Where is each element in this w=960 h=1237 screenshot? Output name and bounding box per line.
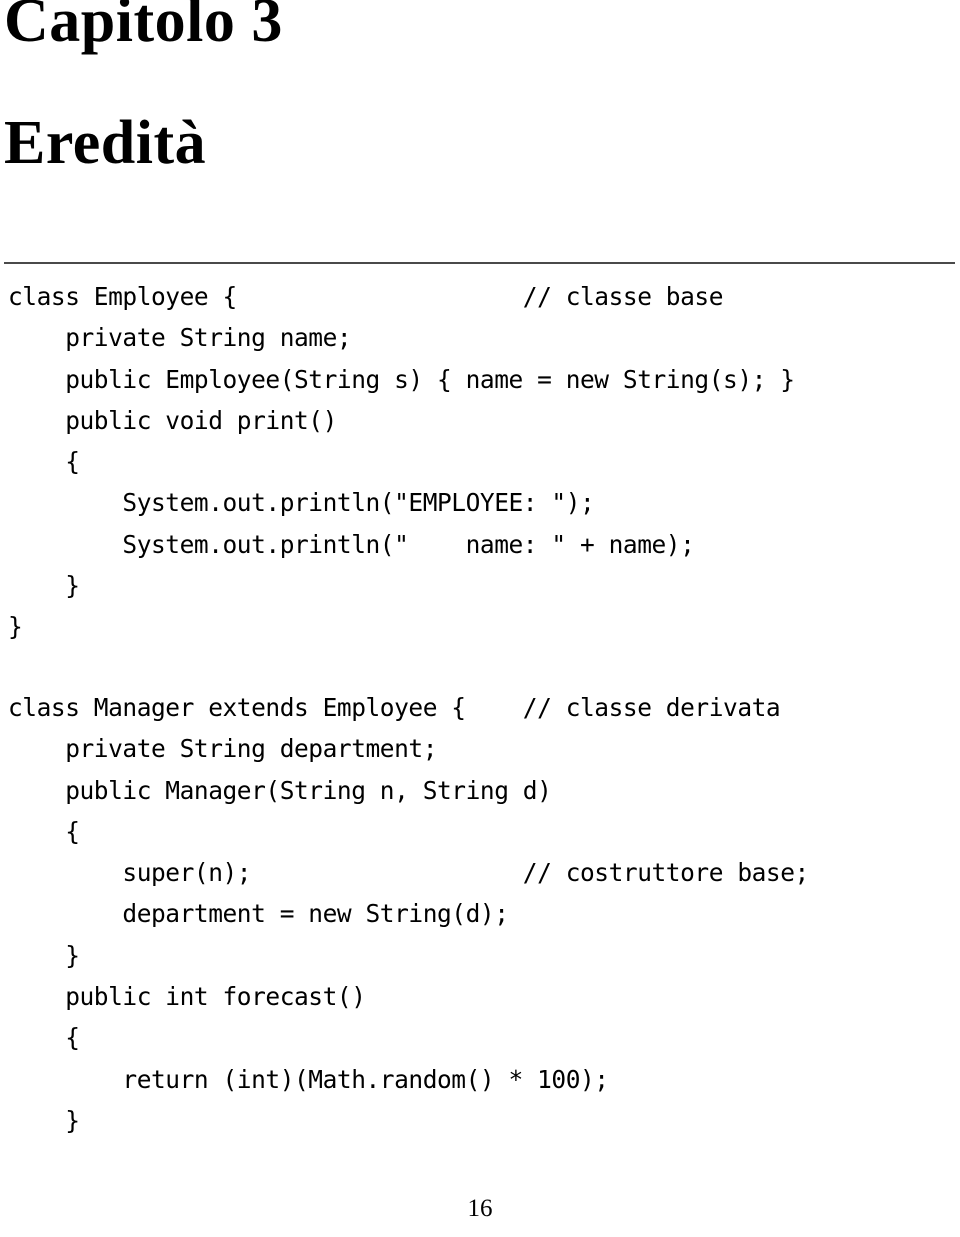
code-line: public int forecast() <box>8 982 366 1012</box>
code-line: public Employee(String s) { name = new S… <box>8 364 795 394</box>
code-line: public void print() <box>8 405 337 435</box>
code-line: } <box>8 940 80 970</box>
code-block-manager: class Manager extends Employee { // clas… <box>8 687 809 1141</box>
code-line: return (int)(Math.random() * 100); <box>8 1064 609 1094</box>
code-line: System.out.println("EMPLOYEE: "); <box>8 488 595 518</box>
code-line: } <box>8 612 23 642</box>
chapter-label: Capitolo 3 <box>4 0 283 55</box>
code-line: class Manager extends Employee { // clas… <box>8 693 781 722</box>
chapter-title: Eredità <box>4 109 207 177</box>
code-block-employee: class Employee { // classe base private … <box>8 276 795 648</box>
code-line: public Manager(String n, String d) <box>8 775 552 805</box>
page-number: 16 <box>467 1195 493 1222</box>
code-line: System.out.println(" name: " + name); <box>8 529 695 559</box>
code-line: { <box>8 1023 80 1053</box>
code-line: super(n); // costruttore base; <box>8 858 809 888</box>
code-line: { <box>8 447 80 477</box>
code-line: { <box>8 816 80 846</box>
header-rule-divider <box>4 262 955 264</box>
code-line: private String name; <box>8 323 352 353</box>
document-page: Capitolo 3 Eredità class Employee { // c… <box>0 0 960 1237</box>
code-line: department = new String(d); <box>8 899 509 929</box>
code-line: private String department; <box>8 734 438 764</box>
code-line: } <box>8 571 80 601</box>
code-line: } <box>8 1105 80 1135</box>
code-line: class Employee { // classe base <box>8 282 724 311</box>
